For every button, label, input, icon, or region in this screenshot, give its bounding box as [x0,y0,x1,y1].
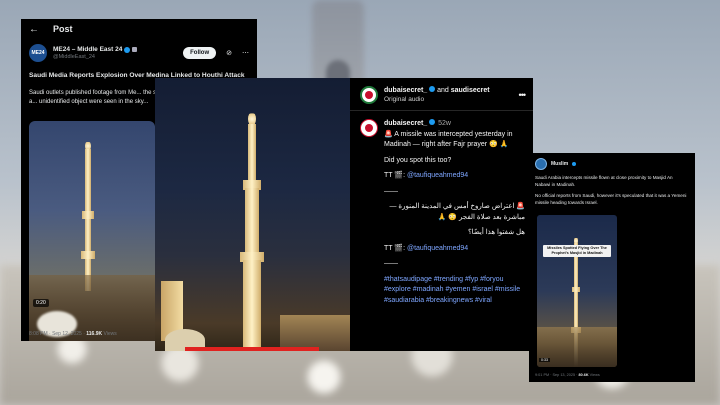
post-sidebar: dubaisecret_ and saudisecret Original au… [350,78,533,351]
follow-button[interactable]: Follow [183,47,217,59]
caption-line-1: 🚨 A missile was intercepted yesterday in… [384,130,513,149]
view-count: 80.6K [578,373,589,377]
instagram-post-card: dubaisecret_ and saudisecret Original au… [155,78,533,351]
username-link[interactable]: dubaisecret_ [384,87,427,94]
mention-link[interactable]: @taufiqueahmed94 [407,172,468,179]
account-header: ME24 ME24 – Middle East 24 @MiddleEast_2… [21,39,257,67]
video-duration: 0:33 [539,358,550,362]
muslim-post-card: Muslim Saudi Arabia intercepts missile f… [529,153,695,382]
audio-label[interactable]: Original audio [384,96,513,104]
post-footer: 9:01 PM · Sep 13, 2025 · 80.6K Views [535,373,600,377]
avatar[interactable] [360,86,378,104]
post-footer: 8:08 PM · Sep 12, 2025 · 116.9K Views [29,331,117,337]
more-options-icon[interactable]: ••• [519,90,527,100]
video-caption-overlay: Missiles Spotted Flying Over The Prophet… [543,245,611,257]
caption-line-2: Did you spot this too? [384,156,452,164]
more-options-icon[interactable]: ⋯ [242,49,249,57]
post-video[interactable]: 0:20 [29,121,155,341]
avatar[interactable]: ME24 [29,44,47,62]
separator: —— [384,187,398,195]
post-header: dubaisecret_ and saudisecret Original au… [350,78,533,111]
post-text-2: No official reports from Saudi, however … [535,193,687,205]
view-count: 116.9K [86,331,103,337]
post-video[interactable] [537,215,617,367]
tt-label: TT 🎬: [384,244,407,252]
account-handle[interactable]: @MiddleEast_24 [53,54,177,60]
back-arrow-icon[interactable]: ← [29,24,39,35]
affiliate-badge-icon [132,47,138,53]
view-label: Views [102,331,117,337]
arabic-line-2: هل شفتوا هذا أيضًا؟ [467,229,525,236]
view-label: Views [588,373,600,377]
post-body: Saudi Arabia intercepts missile flown at… [529,173,695,214]
post-timestamp: 9:01 PM · Sep 13, 2025 · [535,373,579,377]
minaret-image [75,141,101,291]
account-name[interactable]: Muslim [551,161,568,167]
verified-badge-icon [429,119,436,125]
conjunction-text: and [435,87,451,95]
caption-text: dubaisecret_ 52w 🚨 A missile was interce… [384,119,525,311]
post-timestamp: 8:08 PM · Sep 12, 2025 · [29,331,87,337]
video-duration: 0:20 [33,299,49,307]
hashtags[interactable]: #thatsaudipage #trending #fyp #foryou #e… [384,275,525,307]
tt-label: TT 🎬: [384,172,407,179]
arabic-line-1: 🚨 اعتراض صاروخ أمس في المدينة المنورة — … [389,203,525,221]
verified-badge-icon [124,46,131,53]
account-name[interactable]: ME24 – Middle East 24 [53,46,122,53]
reel-video[interactable] [155,78,350,351]
separator: —— [384,260,398,267]
grok-icon[interactable]: ⊘ [226,49,232,57]
caption-block: dubaisecret_ 52w 🚨 A missile was interce… [350,111,533,311]
video-progress-bar[interactable] [185,347,319,351]
collab-names: dubaisecret_ and saudisecret Original au… [384,86,513,104]
mention-link[interactable]: @taufiqueahmed94 [407,245,468,252]
post-text-1: Saudi Arabia intercepts missile flown at… [535,175,673,187]
post-top-bar: ← Post [21,19,257,39]
avatar[interactable] [535,158,547,170]
caption-username[interactable]: dubaisecret_ [384,120,427,127]
post-header-title: Post [53,24,73,34]
collab-username-link[interactable]: saudisecret [451,87,490,94]
avatar-logo-text: ME24 [31,50,45,56]
account-header: Muslim [529,153,695,173]
account-names: ME24 – Middle East 24 @MiddleEast_24 [53,46,177,60]
minaret-image [227,112,277,351]
verified-badge-icon [572,162,577,166]
post-age: 52w [438,120,451,127]
avatar[interactable] [360,119,378,137]
account-name-row: ME24 – Middle East 24 [53,46,177,53]
